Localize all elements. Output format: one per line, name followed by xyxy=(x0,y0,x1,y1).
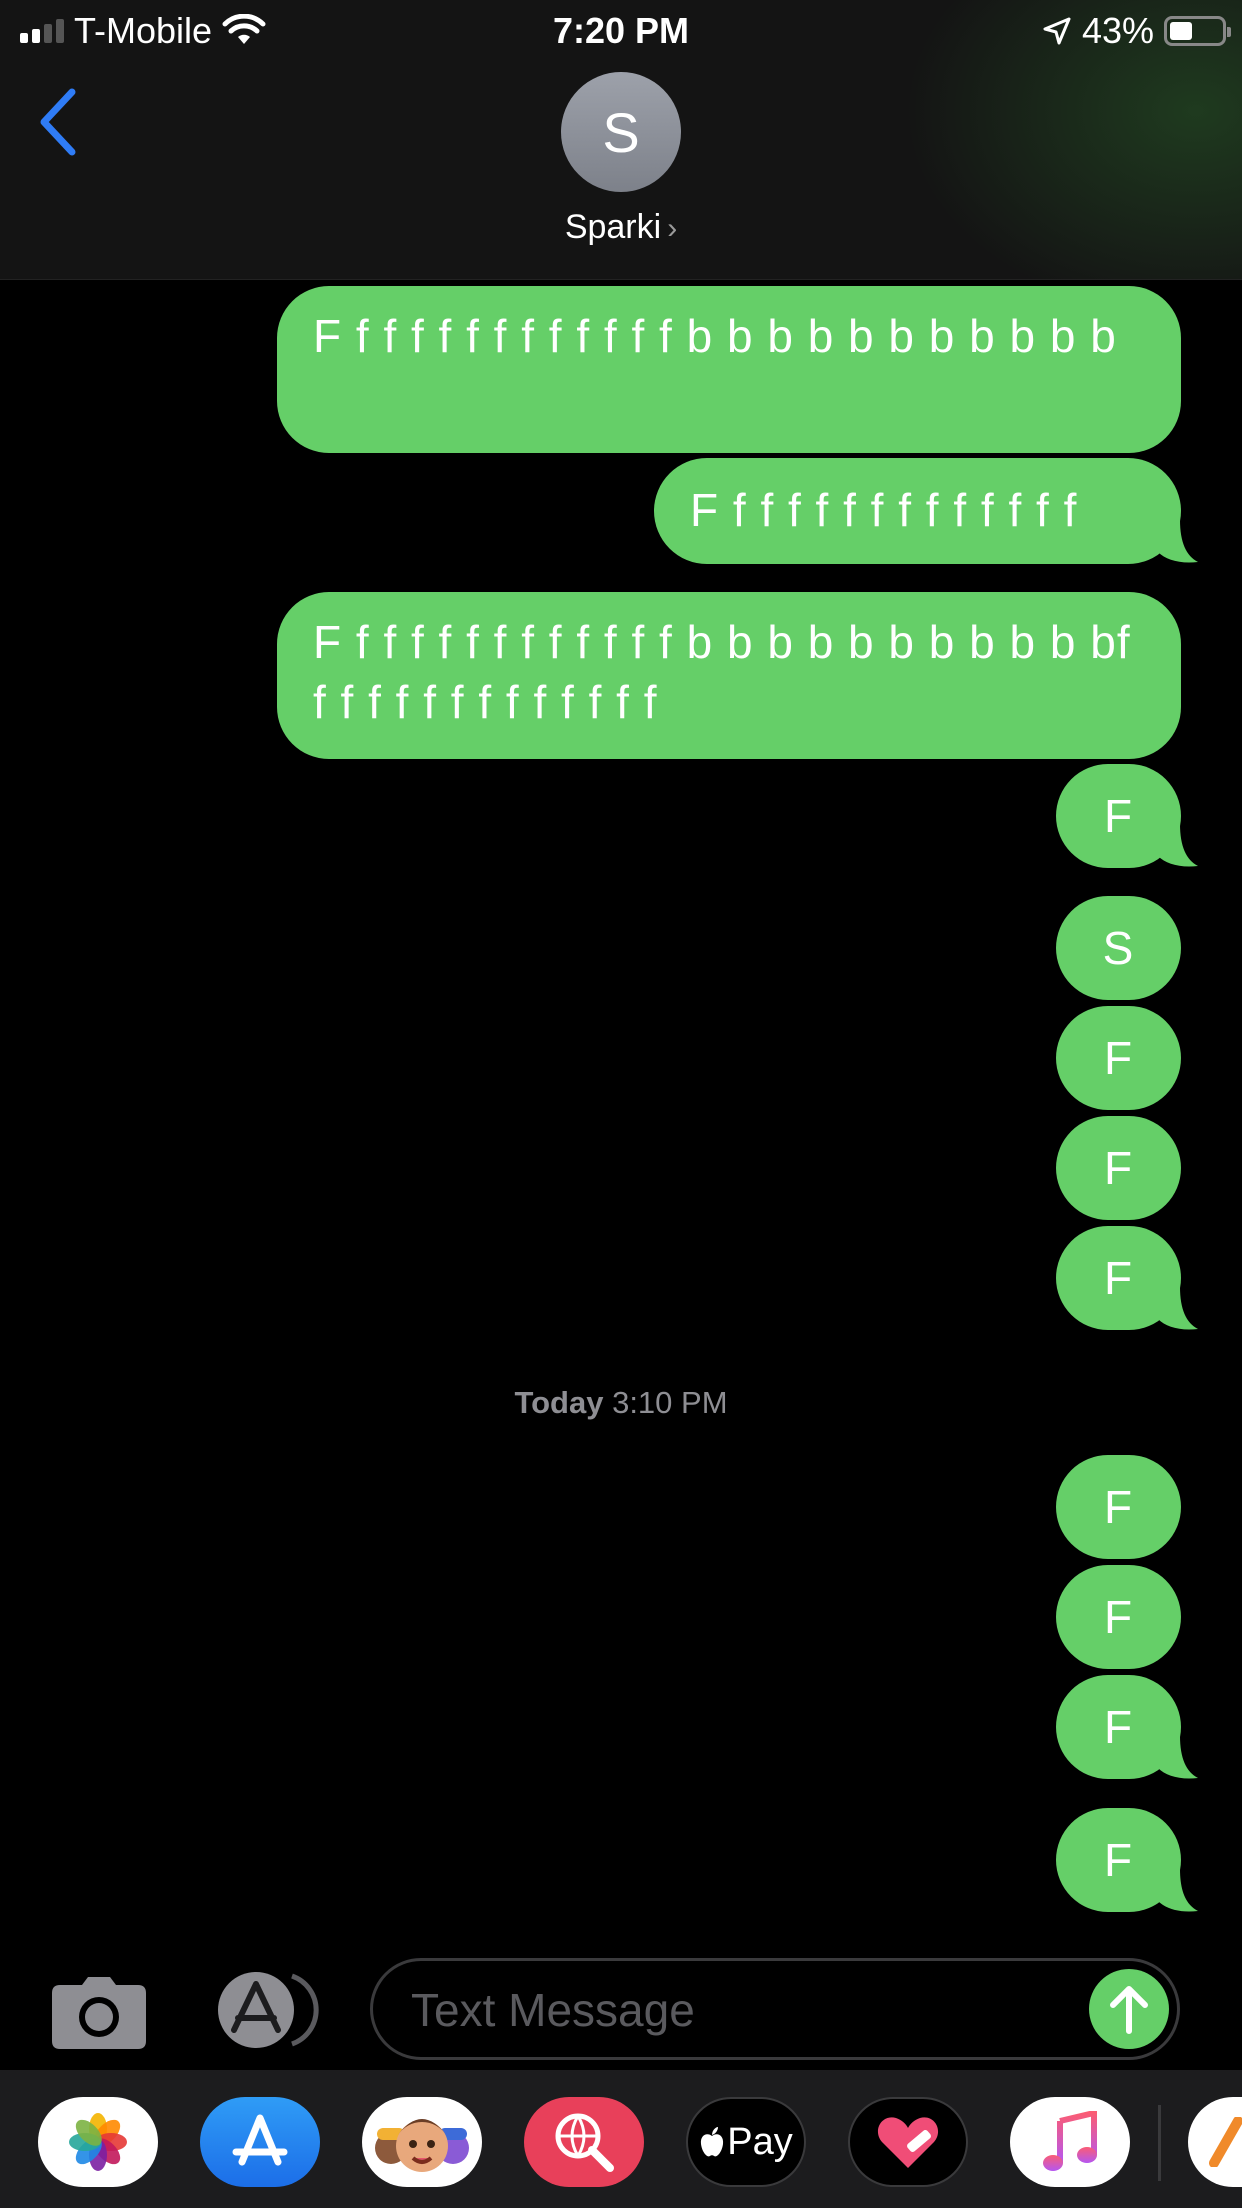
conversation-header: T-Mobile 7:20 PM 43% S Sparki › xyxy=(0,0,1242,280)
partial-app-icon[interactable] xyxy=(1188,2097,1242,2187)
message-composer xyxy=(0,1940,1242,2075)
photos-flower-icon xyxy=(69,2113,127,2171)
battery-percentage: 43% xyxy=(1081,10,1154,51)
globe-search-icon xyxy=(555,2113,614,2172)
arrow-up-icon xyxy=(1110,1986,1148,2034)
chevron-right-icon: › xyxy=(667,212,678,245)
location-arrow-icon xyxy=(1043,17,1071,45)
message-text: F f f f f f f f f f f f f b b b b b b b … xyxy=(313,616,1145,728)
message-bubble[interactable]: F f f f f f f f f f f f f b b b b b b b … xyxy=(277,592,1181,759)
message-input[interactable] xyxy=(409,1961,1033,2059)
apple-logo-icon xyxy=(701,2127,724,2157)
message-text: F xyxy=(1103,1142,1134,1194)
heart-icon xyxy=(877,2117,939,2168)
message-text: S xyxy=(1102,922,1135,974)
message-bubble[interactable]: F f f f f f f f f f f f f f xyxy=(654,458,1181,564)
message-input-field[interactable] xyxy=(370,1958,1180,2060)
memoji-icon[interactable] xyxy=(362,2097,482,2187)
message-text: F xyxy=(1103,1032,1134,1084)
image-search-icon[interactable] xyxy=(524,2097,644,2187)
timestamp-day: Today xyxy=(514,1385,604,1420)
status-right: 43% xyxy=(1042,10,1231,52)
message-text: F xyxy=(1103,1591,1134,1643)
message-bubble[interactable]: F xyxy=(1056,1455,1181,1559)
back-chevron-icon[interactable] xyxy=(34,82,84,162)
music-icon[interactable] xyxy=(1010,2097,1130,2187)
message-text: F f f f f f f f f f f f f f xyxy=(690,484,1078,536)
partial-app-glyph-icon xyxy=(1209,2117,1242,2167)
bubble-tail xyxy=(1158,1869,1198,1912)
contact-name-button[interactable]: Sparki › xyxy=(0,208,1242,247)
message-text: F xyxy=(1103,1481,1134,1533)
message-bubble[interactable]: F f f f f f f f f f f f f b b b b b b b … xyxy=(277,286,1181,453)
memoji-faces-icon xyxy=(375,2119,469,2172)
message-text: F f f f f f f f f f f f f b b b b b b b … xyxy=(313,310,1117,362)
imessage-app-drawer: Pay xyxy=(0,2070,1242,2208)
heart-app-icon[interactable] xyxy=(848,2097,968,2187)
bubble-tail xyxy=(1158,824,1198,867)
bubble-tail xyxy=(1158,520,1198,563)
timestamp-time: 3:10 PM xyxy=(612,1385,728,1420)
contact-avatar[interactable]: S xyxy=(561,72,681,192)
apple-pay-label: Pay xyxy=(727,2120,793,2163)
message-timestamp: Today 3:10 PM xyxy=(0,1385,1242,1421)
apple-pay-icon[interactable]: Pay xyxy=(686,2097,806,2187)
app-store-icon[interactable] xyxy=(200,2097,320,2187)
send-button[interactable] xyxy=(1089,1969,1169,2049)
message-bubble[interactable]: F xyxy=(1056,1565,1181,1669)
dock-divider xyxy=(1158,2105,1161,2181)
contact-name: Sparki xyxy=(564,208,662,246)
music-note-icon xyxy=(1043,2111,1097,2171)
message-bubble[interactable]: S xyxy=(1056,896,1181,1000)
camera-icon[interactable] xyxy=(52,1977,146,2049)
avatar-initial: S xyxy=(602,100,640,164)
photos-icon[interactable] xyxy=(38,2097,158,2187)
bubble-tail xyxy=(1158,1736,1198,1779)
bubble-tail xyxy=(1158,1287,1198,1330)
app-store-icon[interactable] xyxy=(210,1970,320,2050)
app-store-a-icon xyxy=(232,2114,288,2166)
message-bubble[interactable]: F xyxy=(1056,1116,1181,1220)
message-bubble[interactable]: F xyxy=(1056,1006,1181,1110)
battery-icon xyxy=(1164,16,1231,46)
